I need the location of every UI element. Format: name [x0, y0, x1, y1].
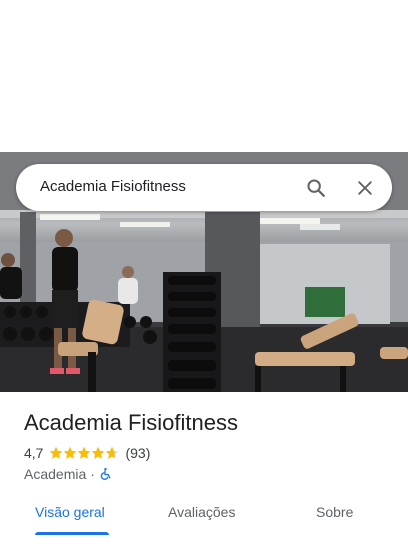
- star-icon: [92, 446, 105, 459]
- place-info-panel: Academia Fisiofitness 4,7 (93) Academia …: [0, 392, 408, 544]
- separator-dot: ·: [90, 466, 95, 482]
- clear-search-button[interactable]: [351, 174, 379, 202]
- close-icon: [358, 181, 372, 195]
- active-tab-indicator: [35, 532, 109, 535]
- reviews-count[interactable]: (93): [125, 445, 150, 461]
- star-icon: [106, 446, 119, 459]
- rating-row[interactable]: 4,7 (93): [24, 445, 150, 461]
- place-category: Academia: [24, 466, 87, 482]
- star-icon: [50, 446, 63, 459]
- tab-reviews[interactable]: Avaliações: [168, 504, 235, 520]
- tab-about[interactable]: Sobre: [316, 504, 353, 520]
- search-icon: [307, 179, 325, 197]
- rating-stars: [49, 446, 119, 460]
- search-button[interactable]: [302, 174, 330, 202]
- stars-graphic: [50, 446, 119, 459]
- search-bar[interactable]: Academia Fisiofitness: [16, 164, 392, 211]
- star-icon: [64, 446, 77, 459]
- wheelchair-icon: [100, 467, 111, 480]
- tab-bar: Visão geral Avaliações Sobre: [0, 494, 408, 536]
- rating-value: 4,7: [24, 445, 44, 461]
- search-query[interactable]: Academia Fisiofitness: [40, 178, 186, 195]
- tab-overview[interactable]: Visão geral: [35, 504, 105, 520]
- place-title: Academia Fisiofitness: [24, 410, 238, 435]
- category-row: Academia ·: [24, 466, 112, 482]
- star-icon: [78, 446, 91, 459]
